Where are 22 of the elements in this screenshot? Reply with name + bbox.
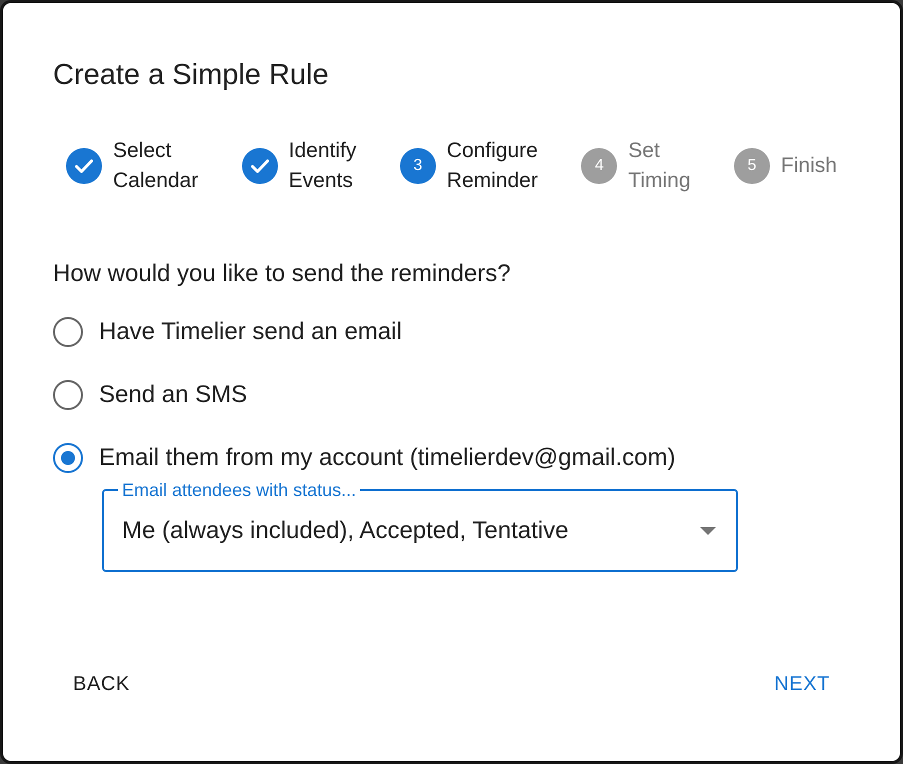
radio-label[interactable]: Have Timelier send an email [99,317,402,347]
dialog-title: Create a Simple Rule [53,58,329,93]
question-text: How would you like to send the reminders? [53,259,511,289]
next-button[interactable]: NEXT [754,664,850,704]
step-label: Finish [780,153,837,179]
status-select[interactable]: Email attendees with status... Me (always included), Accepted, Tentative [102,480,738,572]
back-button[interactable]: BACK [53,664,150,704]
radio-button[interactable] [53,443,83,473]
select-value: Me (always included), Accepted, Tentative [122,516,568,546]
step-number: 4 [581,148,618,184]
radio-button[interactable] [53,380,83,410]
step-number: 3 [400,148,436,184]
step-label: Identify Events [288,138,356,194]
radio-button[interactable] [53,317,83,347]
step-number: 5 [734,148,770,184]
radio-label[interactable]: Email them from my account (timelierdev@gmail.com) [99,443,676,473]
step-label: Configure Reminder [446,138,538,194]
field-label: Email attendees with status... [121,480,358,500]
dropdown-caret-icon [700,527,716,535]
step-label: Set Timing [628,138,690,194]
radio-label[interactable]: Send an SMS [99,380,248,410]
step-label: Select Calendar [113,138,198,194]
